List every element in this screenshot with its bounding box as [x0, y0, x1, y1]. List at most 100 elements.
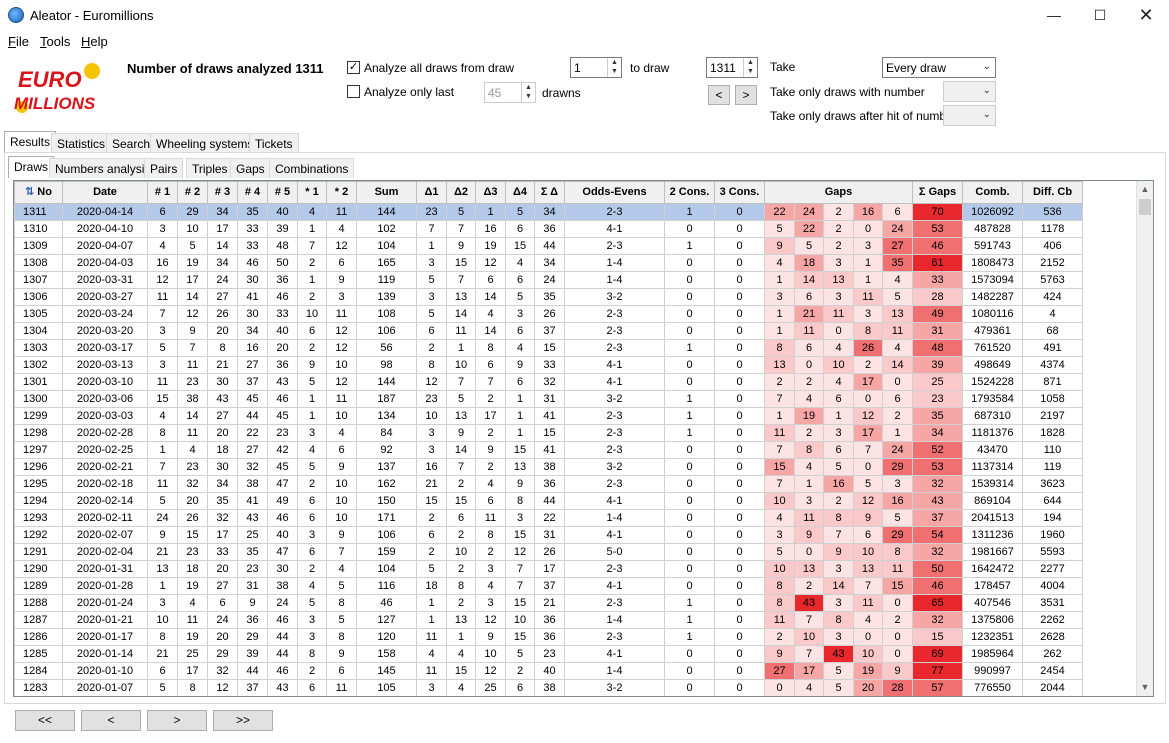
column-header[interactable]: Sum: [356, 181, 417, 204]
column-header[interactable]: # 3: [207, 181, 238, 204]
scroll-thumb[interactable]: [1139, 199, 1151, 215]
column-header[interactable]: Comb.: [962, 181, 1023, 204]
table-row[interactable]: 1283 2020-01-07 5 8 12 37 43 6 11 105 3 4 25 6 38 3-2 0 0…: [14, 679, 1083, 696]
table-row[interactable]: 1305 2020-03-24 7 12 26 30 33 10 11 108 5 14 4 3 26 2-3…: [14, 305, 1083, 323]
menu-help[interactable]: Help: [81, 34, 108, 49]
last-page-button[interactable]: >>: [213, 710, 273, 731]
scroll-down-icon[interactable]: ▼: [1137, 679, 1153, 696]
table-cell: 5: [416, 560, 447, 578]
tab-pairs[interactable]: Pairs: [144, 158, 184, 178]
table-row[interactable]: 1290 2020-01-31 13 18 20 23 30 2 4 104 5 2 3 7 17 2-3 0 0…: [14, 560, 1083, 578]
table-row[interactable]: 1298 2020-02-28 8 11 20 22 23 3 4 84 3 9 2 1 15 2-3 1 0 11…: [14, 424, 1083, 442]
column-header[interactable]: # 2: [177, 181, 208, 204]
spinner-arrows-icon[interactable]: ▲ ▼: [521, 83, 535, 102]
table-row[interactable]: 1287 2020-01-21 10 11 24 36 46 3 5 127 1 13 12 10 36 1-…: [14, 611, 1083, 629]
tab-statistics[interactable]: Statistics: [51, 133, 112, 153]
column-header[interactable]: Δ1: [416, 181, 447, 204]
column-header[interactable]: Δ2: [446, 181, 476, 204]
spinner-arrows-icon[interactable]: ▲ ▼: [743, 58, 757, 77]
table-row[interactable]: 1310 2020-04-10 3 10 17 33 39 1 4 102 7 7 16 6 36 4-1 0 0…: [14, 220, 1083, 238]
table-cell: 2197: [1022, 407, 1083, 425]
draws-grid[interactable]: ⇅ No Date # 1 # 2 # 3 # 4 # 5 * 1 * 2 Sum Δ1 Δ2 Δ3 Δ4 Σ…: [13, 180, 1154, 697]
column-header[interactable]: * 2: [326, 181, 357, 204]
table-row[interactable]: 1294 2020-02-14 5 20 35 41 49 6 10 150 15 15 6 8 44 4-1…: [14, 492, 1083, 510]
table-row[interactable]: 1284 2020-01-10 6 17 32 44 46 2 6 145 11 15 12 2 40 1-4…: [14, 662, 1083, 680]
table-row[interactable]: 1286 2020-01-17 8 19 20 29 44 3 8 120 11 1 9 15 36 2-3 1…: [14, 628, 1083, 646]
table-row[interactable]: 1309 2020-04-07 4 5 14 33 48 7 12 104 1 9 19 15 44 2-3 1…: [14, 237, 1083, 255]
column-header[interactable]: Gaps: [764, 181, 913, 204]
maximize-button[interactable]: ☐: [1077, 0, 1123, 31]
table-row[interactable]: 1307 2020-03-31 12 17 24 30 36 1 9 119 5 7 6 6 24 1-4 0 0…: [14, 271, 1083, 289]
table-cell: 491: [1022, 339, 1083, 357]
scroll-up-icon[interactable]: ▲: [1137, 181, 1153, 198]
column-header[interactable]: # 4: [237, 181, 268, 204]
menu-file[interactable]: File: [8, 34, 29, 49]
table-row[interactable]: 1304 2020-03-20 3 9 20 34 40 6 12 106 6 11 14 6 37 2-3 0…: [14, 322, 1083, 340]
take-after-hit-select[interactable]: ⌄: [943, 105, 996, 126]
tab-tickets[interactable]: Tickets: [249, 133, 299, 153]
take-select[interactable]: Every draw ⌄: [882, 57, 996, 78]
column-header[interactable]: Σ Δ: [534, 181, 565, 204]
tab-results[interactable]: Results: [4, 131, 57, 153]
next-draw-button[interactable]: >: [735, 85, 757, 105]
from-draw-spinner[interactable]: 1 ▲ ▼: [570, 57, 622, 78]
table-cell: 37: [534, 322, 565, 340]
tab-wheeling-systems[interactable]: Wheeling systems: [150, 133, 260, 153]
column-header[interactable]: Δ3: [475, 181, 506, 204]
table-row[interactable]: 1289 2020-01-28 1 19 27 31 38 4 5 116 18 8 4 7 37 4-1 0 0…: [14, 577, 1083, 595]
table-row[interactable]: 1303 2020-03-17 5 7 8 16 20 2 12 56 2 1 8 4 15 2-3 1 0 8 6 4…: [14, 339, 1083, 357]
table-cell: 2: [882, 407, 913, 425]
table-row[interactable]: 1306 2020-03-27 11 14 27 41 46 2 3 139 3 13 14 5 35 3-2…: [14, 288, 1083, 306]
table-row[interactable]: 1297 2020-02-25 1 4 18 27 42 4 6 92 3 14 9 15 41 2-3 0 0 7…: [14, 441, 1083, 459]
take-with-number-select[interactable]: ⌄: [943, 81, 996, 102]
column-header[interactable]: ⇅ No: [14, 181, 63, 204]
table-row[interactable]: 1291 2020-02-04 21 23 33 35 47 6 7 159 2 10 2 12 26 5-0…: [14, 543, 1083, 561]
column-header[interactable]: Σ Gaps: [912, 181, 963, 204]
analyze-last-spinner[interactable]: 45 ▲ ▼: [484, 82, 536, 103]
tab-draws[interactable]: Draws: [8, 156, 55, 178]
column-header[interactable]: 3 Cons.: [714, 181, 765, 204]
prev-draw-button[interactable]: <: [708, 85, 730, 105]
table-row[interactable]: 1296 2020-02-21 7 23 30 32 45 5 9 137 16 7 2 13 38 3-2 0…: [14, 458, 1083, 476]
grid-scrollbar[interactable]: ▲ ▼: [1136, 181, 1153, 696]
column-header[interactable]: 2 Cons.: [664, 181, 715, 204]
tab-numbers-analysis[interactable]: Numbers analysis: [49, 158, 157, 178]
close-button[interactable]: ✕: [1123, 0, 1169, 31]
table-row[interactable]: 1299 2020-03-03 4 14 27 44 45 1 10 134 10 13 17 1 41 2-…: [14, 407, 1083, 425]
table-row[interactable]: 1295 2020-02-18 11 32 34 38 47 2 10 162 21 2 4 9 36 2-3…: [14, 475, 1083, 493]
first-page-button[interactable]: <<: [15, 710, 75, 731]
table-row[interactable]: 1300 2020-03-06 15 38 43 45 46 1 11 187 23 5 2 1 31 3-2…: [14, 390, 1083, 408]
tab-search[interactable]: Search: [106, 133, 157, 153]
table-cell: 7: [853, 577, 883, 595]
column-header[interactable]: Odds-Evens: [564, 181, 665, 204]
analyze-last-checkbox[interactable]: [347, 85, 360, 98]
table-cell: 2020-02-04: [62, 543, 148, 561]
table-row[interactable]: 1311 2020-04-14 6 29 34 35 40 4 11 144 23 5 1 5 34 2-3 1…: [14, 203, 1083, 221]
column-header[interactable]: * 1: [297, 181, 327, 204]
table-row[interactable]: 1308 2020-04-03 16 19 34 46 50 2 6 165 3 15 12 4 34 1-4…: [14, 254, 1083, 272]
tab-triples[interactable]: Triples: [186, 158, 234, 178]
analyze-all-checkbox[interactable]: ✓: [347, 61, 360, 74]
menu-tools[interactable]: Tools: [40, 34, 70, 49]
column-header[interactable]: Date: [62, 181, 148, 204]
table-row[interactable]: 1285 2020-01-14 21 25 29 39 44 8 9 158 4 4 10 5 23 4-1 0…: [14, 645, 1083, 663]
column-header[interactable]: Δ4: [505, 181, 535, 204]
next-page-button[interactable]: >: [147, 710, 207, 731]
table-cell: 11: [794, 509, 824, 527]
tab-gaps[interactable]: Gaps: [230, 158, 271, 178]
table-row[interactable]: 1288 2020-01-24 3 4 6 9 24 5 8 46 1 2 3 15 21 2-3 1 0 8 43 3…: [14, 594, 1083, 612]
table-row[interactable]: 1292 2020-02-07 9 15 17 25 40 3 9 106 6 2 8 15 31 4-1 0 0…: [14, 526, 1083, 544]
to-draw-spinner[interactable]: 1311 ▲ ▼: [706, 57, 758, 78]
prev-page-button[interactable]: <: [81, 710, 141, 731]
column-header[interactable]: # 5: [267, 181, 298, 204]
column-header[interactable]: # 1: [147, 181, 178, 204]
table-cell: 1482287: [962, 288, 1023, 306]
table-row[interactable]: 1302 2020-03-13 3 11 21 27 36 9 10 98 8 10 6 9 33 4-1 0 0…: [14, 356, 1083, 374]
tab-combinations[interactable]: Combinations: [269, 158, 355, 178]
spinner-arrows-icon[interactable]: ▲ ▼: [607, 58, 621, 77]
table-row[interactable]: 1301 2020-03-10 11 23 30 37 43 5 12 144 12 7 7 6 32 4-1…: [14, 373, 1083, 391]
table-row[interactable]: 1293 2020-02-11 24 26 32 43 46 6 10 171 2 6 11 3 22 1-4…: [14, 509, 1083, 527]
column-header[interactable]: Diff. Cb: [1022, 181, 1083, 204]
table-cell: 1985964: [962, 645, 1023, 663]
minimize-button[interactable]: —: [1031, 0, 1077, 31]
